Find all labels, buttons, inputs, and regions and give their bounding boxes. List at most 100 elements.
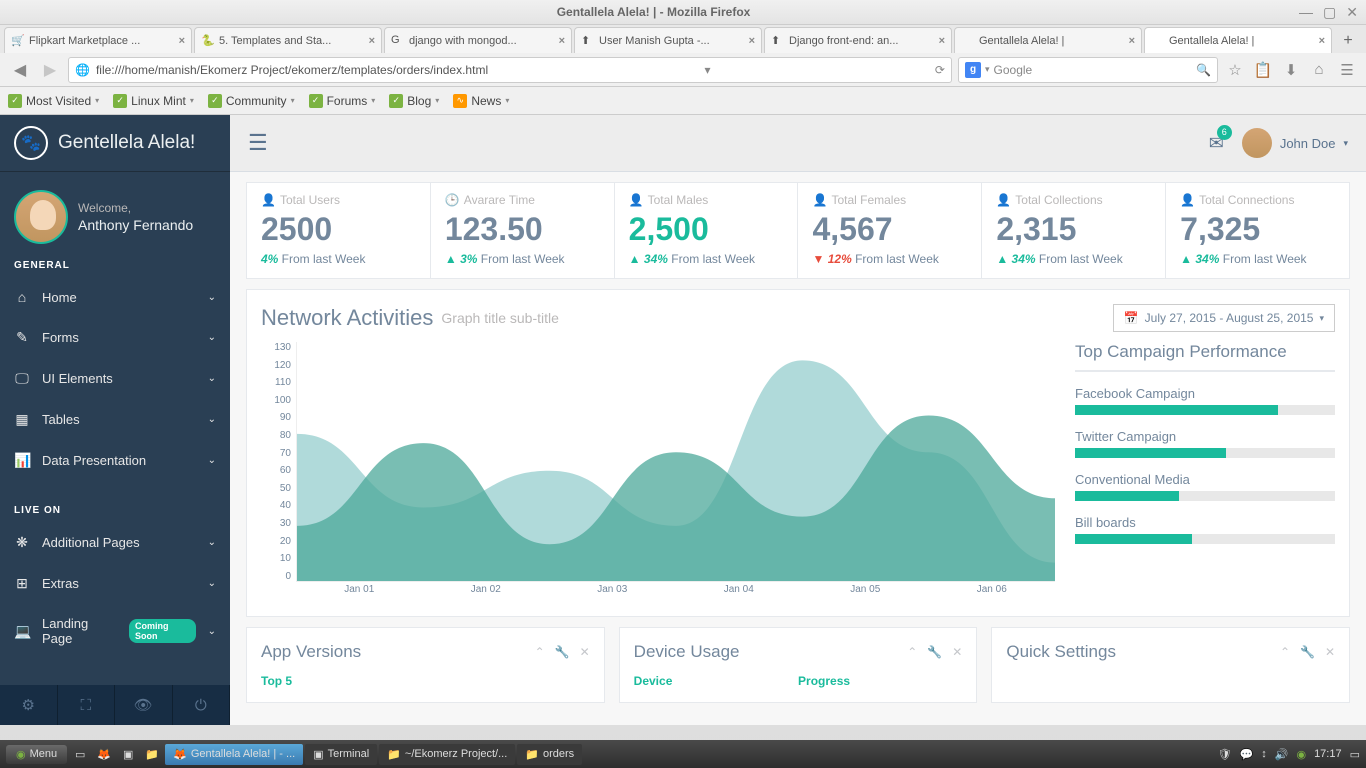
campaign-item: Facebook Campaign (1075, 386, 1335, 415)
tray-shield-icon[interactable]: 🛡 (1218, 748, 1232, 761)
clock[interactable]: 17:17 (1314, 748, 1342, 760)
avatar[interactable] (14, 190, 68, 244)
close-tab-icon[interactable]: × (749, 35, 755, 47)
tray-user-icon[interactable]: ▭ (1350, 748, 1360, 761)
browser-tab[interactable]: Gentallela Alela! | × (1144, 27, 1332, 53)
terminal-icon[interactable]: ▣ (117, 743, 139, 765)
tile-label: 👤 Total Connections (1180, 193, 1335, 207)
bookmark-item[interactable]: ∿News▾ (453, 94, 509, 108)
browser-tab[interactable]: ⬆Django front-end: an...× (764, 27, 952, 53)
calendar-icon: 📅 (1124, 311, 1139, 325)
minimize-button[interactable]: — (1299, 4, 1313, 21)
sidebar-item[interactable]: ⌂Home ⌄ (0, 277, 230, 317)
sidebar-item[interactable]: 💻Landing Page Coming Soon⌄ (0, 604, 230, 658)
x-tick: Jan 01 (344, 584, 374, 602)
dropdown-icon[interactable]: ▾ (705, 63, 711, 77)
menu-icon[interactable]: ☰ (1336, 59, 1358, 81)
tab-label: User Manish Gupta -... (599, 35, 710, 47)
back-button[interactable]: ◀ (8, 58, 32, 82)
browser-tab[interactable]: Gentallela Alela! | × (954, 27, 1142, 53)
tray-power-icon[interactable]: ◉ (1296, 748, 1306, 761)
logout-icon[interactable]: ⏻ (173, 685, 231, 725)
menu-label: Data Presentation (42, 453, 146, 468)
menu-label: Tables (42, 412, 80, 427)
date-range-picker[interactable]: 📅 July 27, 2015 - August 25, 2015 ▾ (1113, 304, 1335, 332)
fullscreen-icon[interactable]: ⛶ (58, 685, 116, 725)
start-menu[interactable]: ◉ Menu (6, 745, 67, 764)
sidebar-item[interactable]: ⊞Extras ⌄ (0, 563, 230, 604)
maximize-button[interactable]: ▢ (1323, 4, 1336, 21)
user-dropdown[interactable]: John Doe ▾ (1242, 128, 1348, 158)
bookmark-item[interactable]: ✓Linux Mint▾ (113, 94, 194, 108)
tile-count: 2,500 (629, 211, 784, 248)
search-box[interactable]: g ▾ Google 🔍 (958, 57, 1218, 83)
chevron-up-icon[interactable]: ⌃ (907, 645, 917, 659)
close-icon[interactable]: ✕ (580, 645, 590, 659)
browser-tab[interactable]: 🛒Flipkart Marketplace ...× (4, 27, 192, 53)
taskbar-button[interactable]: 🦊Gentallela Alela! | - ... (165, 744, 303, 765)
bookmark-star-icon[interactable]: ☆ (1224, 59, 1246, 81)
settings-icon[interactable]: ⚙ (0, 685, 58, 725)
wrench-icon[interactable]: 🔧 (927, 645, 942, 659)
close-icon[interactable]: ✕ (1325, 645, 1335, 659)
taskbar-button[interactable]: ▣Terminal (305, 744, 377, 765)
network-subtitle: Graph title sub-title (441, 310, 559, 326)
url-bar[interactable]: 🌐 file:///home/manish/Ekomerz Project/ek… (68, 57, 952, 83)
tab-label: Gentallela Alela! | (1169, 35, 1254, 47)
wrench-icon[interactable]: 🔧 (555, 645, 570, 659)
brand[interactable]: 🐾 Gentellela Alela! (0, 115, 230, 172)
col-header: Top 5 (261, 674, 590, 688)
new-tab-button[interactable]: + (1334, 29, 1362, 53)
tile-count: 2500 (261, 211, 416, 248)
mail-icon[interactable]: ✉ 6 (1209, 133, 1224, 154)
sidebar-item[interactable]: 🖵UI Elements ⌄ (0, 358, 230, 399)
browser-tab[interactable]: 🐍5. Templates and Sta...× (194, 27, 382, 53)
show-desktop-icon[interactable]: ▭ (69, 743, 91, 765)
sidebar-item[interactable]: ▦Tables ⌄ (0, 399, 230, 440)
search-icon[interactable]: 🔍 (1196, 63, 1211, 77)
taskbar-button[interactable]: 📁~/Ekomerz Project/... (379, 744, 515, 765)
wrench-icon[interactable]: 🔧 (1300, 645, 1315, 659)
files-icon[interactable]: 📁 (141, 743, 163, 765)
search-caret[interactable]: ▾ (985, 64, 990, 75)
bookmark-item[interactable]: ✓Most Visited▾ (8, 94, 99, 108)
user-icon: 👤 (1180, 193, 1195, 207)
reload-icon[interactable]: ⟳ (935, 63, 945, 77)
close-tab-icon[interactable]: × (1129, 35, 1135, 47)
close-tab-icon[interactable]: × (179, 35, 185, 47)
welcome-text: Welcome, (78, 201, 193, 215)
tray-chat-icon[interactable]: 💬 (1240, 748, 1254, 761)
sidebar-item[interactable]: ✎Forms ⌄ (0, 317, 230, 358)
tray-network-icon[interactable]: ↕ (1261, 748, 1267, 760)
clipboard-icon[interactable]: 📋 (1252, 59, 1274, 81)
firefox-icon[interactable]: 🦊 (93, 743, 115, 765)
close-tab-icon[interactable]: × (369, 35, 375, 47)
bookmark-item[interactable]: ✓Community▾ (208, 94, 295, 108)
tile-sub: 4% From last Week (261, 252, 416, 266)
sidebar-item[interactable]: 📊Data Presentation ⌄ (0, 440, 230, 481)
browser-tab[interactable]: ⬆User Manish Gupta -...× (574, 27, 762, 53)
close-tab-icon[interactable]: × (559, 35, 565, 47)
browser-tab[interactable]: Gdjango with mongod...× (384, 27, 572, 53)
taskbar-button[interactable]: 📁orders (517, 744, 582, 765)
tray-volume-icon[interactable]: 🔊 (1275, 748, 1289, 761)
tab-label: Gentallela Alela! | (979, 35, 1064, 47)
sidebar-item[interactable]: ❋Additional Pages ⌄ (0, 522, 230, 563)
home-icon[interactable]: ⌂ (1308, 59, 1330, 81)
chevron-down-icon: ⌄ (208, 373, 216, 384)
close-button[interactable]: ✕ (1346, 4, 1358, 21)
section-general: GENERAL (0, 254, 230, 277)
close-tab-icon[interactable]: × (1319, 35, 1325, 47)
close-icon[interactable]: ✕ (952, 645, 962, 659)
user-name: John Doe (1280, 136, 1336, 151)
chevron-up-icon[interactable]: ⌃ (535, 645, 545, 659)
hamburger-icon[interactable]: ☰ (248, 130, 268, 156)
bookmark-item[interactable]: ✓Blog▾ (389, 94, 439, 108)
tile-label: 👤 Total Users (261, 193, 416, 207)
chevron-up-icon[interactable]: ⌃ (1280, 645, 1290, 659)
bookmark-item[interactable]: ✓Forums▾ (309, 94, 376, 108)
lock-icon[interactable]: 👁 (115, 685, 173, 725)
task-icon: ▣ (313, 748, 323, 761)
close-tab-icon[interactable]: × (939, 35, 945, 47)
downloads-icon[interactable]: ⬇ (1280, 59, 1302, 81)
